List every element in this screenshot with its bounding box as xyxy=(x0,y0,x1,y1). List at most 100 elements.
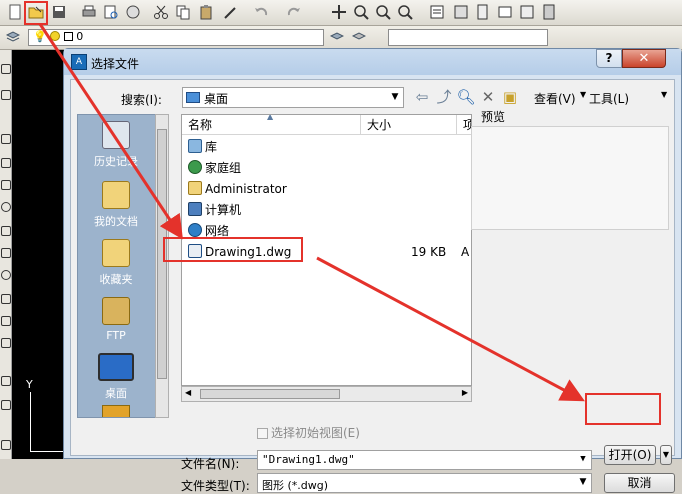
redo-icon[interactable] xyxy=(285,3,303,21)
file-list-hscrollbar[interactable]: ◀ ▶ xyxy=(181,386,472,402)
create-folder-icon[interactable]: ▣ xyxy=(500,87,520,107)
list-item[interactable]: 家庭组 xyxy=(188,158,241,178)
open-button[interactable]: 打开(O) xyxy=(604,445,656,465)
initial-view-checkbox[interactable]: 选择初始视图(E) xyxy=(257,424,360,441)
circle-tool-icon[interactable] xyxy=(1,202,11,212)
point-tool-icon[interactable] xyxy=(1,338,11,348)
properties-icon[interactable] xyxy=(428,3,446,21)
calculator-icon[interactable] xyxy=(540,3,558,21)
copy-icon[interactable] xyxy=(174,3,192,21)
arc-tool-icon[interactable] xyxy=(1,180,11,190)
checkbox-icon[interactable] xyxy=(257,428,268,439)
scroll-left-icon[interactable]: ◀ xyxy=(185,388,191,397)
column-type[interactable]: 项 xyxy=(457,115,471,135)
tools-menu[interactable]: 工具(L) xyxy=(589,90,629,107)
revcloud-tool-icon[interactable] xyxy=(1,226,11,236)
layer-name: 0 xyxy=(76,30,84,43)
layer-manager-icon[interactable] xyxy=(5,31,21,43)
draw-toolbar xyxy=(0,50,12,459)
layer-dropdown[interactable]: 💡 0 xyxy=(28,29,324,46)
plot-preview-icon[interactable] xyxy=(102,3,120,21)
previous-layer-icon[interactable] xyxy=(351,32,367,44)
preview-pane xyxy=(471,126,669,230)
rectangle-tool-icon[interactable] xyxy=(1,158,11,168)
drawing-canvas[interactable] xyxy=(12,50,70,459)
line-tool-icon[interactable] xyxy=(1,64,11,74)
hatch-tool-icon[interactable] xyxy=(1,376,11,386)
chevron-down-icon[interactable]: ▼ xyxy=(575,451,591,469)
cut-icon[interactable] xyxy=(152,3,170,21)
filename-input[interactable]: "Drawing1.dwg" ▼ xyxy=(257,450,592,470)
design-center-icon[interactable] xyxy=(452,3,470,21)
help-button[interactable]: ? xyxy=(596,49,622,68)
desktop-icon xyxy=(186,92,200,103)
polyline-tool-icon[interactable] xyxy=(1,90,11,100)
close-button[interactable]: ✕ xyxy=(622,49,666,68)
place-desktop[interactable]: 桌面 xyxy=(78,353,154,401)
autocad-app-icon: A xyxy=(71,54,87,70)
save-icon[interactable] xyxy=(50,3,68,21)
spline-tool-icon[interactable] xyxy=(1,248,11,258)
scroll-right-icon[interactable]: ▶ xyxy=(462,388,468,397)
lightbulb-icon: 💡 xyxy=(33,30,47,43)
filetype-dropdown[interactable]: 图形 (*.dwg) ▼ xyxy=(257,473,592,493)
list-item[interactable]: Administrator xyxy=(188,179,287,199)
places-scrollbar[interactable] xyxy=(155,114,169,418)
place-my-documents[interactable]: 我的文档 xyxy=(78,181,154,229)
print-icon[interactable] xyxy=(80,3,98,21)
markup-icon[interactable] xyxy=(518,3,536,21)
place-history[interactable]: 历史记录 xyxy=(78,121,154,169)
filename-label: 文件名(N): xyxy=(181,457,240,471)
paste-icon[interactable] xyxy=(197,3,215,21)
desktop-icon xyxy=(98,353,134,381)
documents-folder-icon xyxy=(102,181,130,209)
sheet-set-icon[interactable] xyxy=(496,3,514,21)
pan-icon[interactable] xyxy=(330,3,348,21)
ucs-icon-y-axis xyxy=(30,392,31,452)
list-item[interactable]: 计算机 xyxy=(188,200,241,220)
annotation-box-drawing-file xyxy=(163,237,303,262)
region-tool-icon[interactable] xyxy=(1,400,11,410)
search-web-icon[interactable]: 🔍︎ xyxy=(456,87,476,107)
mtext-tool-icon[interactable] xyxy=(1,440,11,450)
undo-icon[interactable] xyxy=(252,3,270,21)
network-icon xyxy=(188,223,202,237)
library-icon xyxy=(188,139,202,153)
zoom-realtime-icon[interactable] xyxy=(352,3,370,21)
tool-palettes-icon[interactable] xyxy=(474,3,492,21)
column-size[interactable]: 大小 xyxy=(361,115,457,135)
insert-block-icon[interactable] xyxy=(1,294,11,304)
new-icon[interactable] xyxy=(6,3,24,21)
delete-icon[interactable]: ✕ xyxy=(478,87,498,107)
open-options-chevron-icon[interactable]: ▼ xyxy=(660,445,672,465)
ellipse-tool-icon[interactable] xyxy=(1,270,11,280)
back-arrow-icon[interactable]: ⇦ xyxy=(412,87,432,107)
polygon-tool-icon[interactable] xyxy=(1,134,11,144)
view-menu[interactable]: 查看(V) xyxy=(534,90,576,107)
ucs-y-axis-label: Y xyxy=(26,378,33,391)
chevron-down-icon[interactable]: ▼ xyxy=(387,88,403,107)
publish-icon[interactable] xyxy=(124,3,142,21)
list-item[interactable]: 库 xyxy=(188,137,217,157)
match-properties-icon[interactable] xyxy=(222,3,240,21)
make-current-layer-icon[interactable] xyxy=(329,32,345,44)
place-extra-folder-icon[interactable] xyxy=(102,405,130,417)
zoom-window-icon[interactable] xyxy=(374,3,392,21)
hscroll-thumb[interactable] xyxy=(200,389,340,399)
lookin-dropdown[interactable]: 桌面 ▼ xyxy=(182,87,404,108)
color-dropdown[interactable] xyxy=(388,29,548,46)
chevron-down-icon[interactable]: ▼ xyxy=(661,90,667,99)
user-folder-icon xyxy=(188,181,202,195)
dialog-title-bar[interactable]: A 选择文件 ? ✕ xyxy=(64,49,681,75)
chevron-down-icon[interactable]: ▼ xyxy=(575,474,591,492)
chevron-down-icon[interactable]: ▼ xyxy=(580,90,586,99)
dialog-title: 选择文件 xyxy=(91,57,140,71)
place-favorites[interactable]: 收藏夹 xyxy=(78,239,154,287)
zoom-previous-icon[interactable] xyxy=(396,3,414,21)
place-ftp[interactable]: FTP xyxy=(78,297,154,342)
up-folder-icon[interactable]: ⤴ xyxy=(434,87,454,107)
color-swatch-icon xyxy=(63,32,73,41)
annotation-box-open-button xyxy=(585,393,661,425)
cancel-button[interactable]: 取消 xyxy=(604,473,675,493)
make-block-icon[interactable] xyxy=(1,316,11,326)
